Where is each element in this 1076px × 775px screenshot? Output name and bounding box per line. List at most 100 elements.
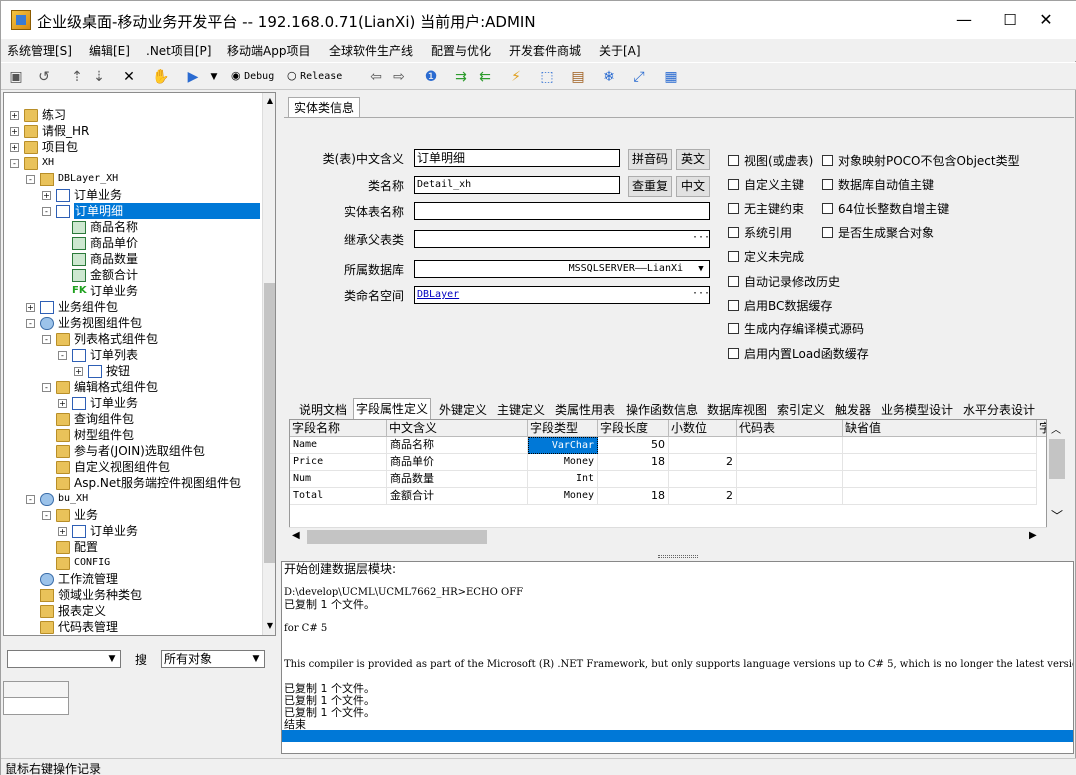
checkbox-custom-pk[interactable]: 自定义主键	[728, 176, 804, 193]
grid-cell-type[interactable]: Money	[528, 488, 598, 505]
tree-scroll-thumb[interactable]	[264, 283, 275, 563]
search-result-grid[interactable]	[3, 681, 69, 715]
forward-icon[interactable]: ⇨	[389, 67, 409, 87]
cn-name-input[interactable]: 订单明细	[414, 149, 620, 167]
grid-cell-len[interactable]: 18	[598, 488, 669, 505]
column-header[interactable]: 小数位	[669, 420, 737, 437]
tree-node[interactable]: + 项目包	[4, 139, 260, 155]
checkbox-db-auto-pk[interactable]: 数据库自动值主键	[822, 176, 934, 193]
tree-node[interactable]: - DBLayer_XH	[4, 171, 260, 187]
grid-cell-cn[interactable]: 商品名称	[387, 437, 528, 454]
grid-cell-type[interactable]: Int	[528, 471, 598, 488]
collapse-icon[interactable]: -	[42, 207, 51, 216]
tree-node[interactable]: 代码表管理	[4, 619, 260, 635]
grid-hscroll-thumb[interactable]	[307, 530, 487, 544]
expand-icon[interactable]: +	[74, 367, 83, 376]
tree-node[interactable]: 查询组件包	[4, 411, 260, 427]
column-header[interactable]: 代码表	[737, 420, 843, 437]
tab-indexes[interactable]: 索引定义	[777, 401, 825, 418]
menu-store[interactable]: 开发套件商城	[509, 42, 581, 59]
tree-node[interactable]: - XH	[4, 155, 260, 171]
grid-cell-name[interactable]: Total	[290, 488, 387, 505]
grid-cell-name[interactable]: Name	[290, 437, 387, 454]
grid-cell-type[interactable]: VarChar	[528, 437, 598, 454]
minimize-button[interactable]: —	[941, 1, 987, 39]
scroll-down-icon[interactable]: ▼	[264, 619, 275, 633]
grid-cell-def[interactable]	[843, 488, 1037, 505]
column-header[interactable]: 字	[1037, 420, 1046, 437]
tab-foreign-key[interactable]: 外键定义	[439, 401, 487, 418]
checkbox-64bit-pk[interactable]: 64位长整数自增主键	[822, 200, 949, 217]
namespace-input[interactable]: DBLayer ···	[414, 286, 710, 304]
entity-table-input[interactable]	[414, 202, 710, 220]
debug-radio[interactable]: ◉ Debug	[231, 69, 274, 82]
splitter[interactable]	[284, 549, 1074, 561]
tree-node[interactable]: + 按钮	[4, 363, 260, 379]
grid-cell-code[interactable]	[737, 488, 843, 505]
grid-scroll-thumb[interactable]	[1049, 439, 1065, 479]
tree-filter-combo[interactable]: ▼	[7, 650, 121, 668]
grid-cell-code[interactable]	[737, 454, 843, 471]
tab-functions[interactable]: 操作函数信息	[626, 401, 698, 418]
tab-horizontal-split[interactable]: 水平分表设计	[963, 401, 1035, 418]
tab-entity-info[interactable]: 实体类信息	[288, 97, 360, 118]
grid-cell-dec[interactable]: 2	[669, 488, 737, 505]
tree-node[interactable]: + 业务组件包	[4, 299, 260, 315]
column-header[interactable]: 字段类型	[528, 420, 598, 437]
expand-icon[interactable]: +	[58, 527, 67, 536]
tab-db-views[interactable]: 数据库视图	[707, 401, 767, 418]
collapse-icon[interactable]: -	[26, 495, 35, 504]
grid-cell-def[interactable]	[843, 437, 1037, 454]
expand-icon[interactable]: +	[10, 127, 19, 136]
delete-icon[interactable]: ✕	[119, 67, 139, 87]
checkbox-system-ref[interactable]: 系统引用	[728, 224, 792, 241]
grid-cell-def[interactable]	[843, 454, 1037, 471]
scroll-right-icon[interactable]: ▶	[1029, 530, 1037, 541]
tree-node[interactable]: 报表定义	[4, 603, 260, 619]
tab-doc[interactable]: 说明文档	[299, 401, 347, 418]
grid-cell-len[interactable]: 18	[598, 454, 669, 471]
run-dropdown-icon[interactable]: ▼	[204, 67, 224, 87]
move-down-icon[interactable]: ⇣	[89, 67, 109, 87]
checkbox-poco[interactable]: 对象映射POCO不包含Object类型	[822, 152, 1020, 169]
check-duplicate-button[interactable]: 查重复	[628, 176, 672, 197]
document-icon[interactable]: ▤	[568, 67, 588, 87]
grid-cell-cn[interactable]: 金额合计	[387, 488, 528, 505]
grid-cell-type[interactable]: Money	[528, 454, 598, 471]
menu-software-line[interactable]: 全球软件生产线	[329, 42, 413, 59]
rebuild-icon[interactable]: ⇇	[475, 67, 495, 87]
grid-cell-cn[interactable]: 商品单价	[387, 454, 528, 471]
tree-node[interactable]: + 订单业务	[4, 523, 260, 539]
checkbox-no-pk[interactable]: 无主键约束	[728, 200, 804, 217]
collapse-icon[interactable]: -	[26, 175, 35, 184]
close-button[interactable]: ✕	[1023, 1, 1069, 39]
checkbox-bc-cache[interactable]: 启用BC数据缓存	[728, 297, 832, 314]
english-button[interactable]: 英文	[676, 149, 710, 170]
tab-primary-key[interactable]: 主键定义	[497, 401, 545, 418]
tab-triggers[interactable]: 触发器	[835, 401, 871, 418]
tree-node[interactable]: + 请假_HR	[4, 123, 260, 139]
grid-cell-len[interactable]	[598, 471, 669, 488]
snowflake-icon[interactable]: ❄	[599, 67, 619, 87]
checkbox-load-cache[interactable]: 启用内置Load函数缓存	[728, 345, 869, 362]
tree-node[interactable]: Asp.Net服务端控件视图组件包	[4, 475, 260, 491]
tree-node[interactable]: 商品名称	[4, 219, 260, 235]
tree-node[interactable]: 工作流管理	[4, 571, 260, 587]
checkbox-view[interactable]: 视图(或虚表)	[728, 152, 813, 169]
back-icon[interactable]: ⇦	[366, 67, 386, 87]
expand-icon[interactable]: +	[58, 399, 67, 408]
grid-cell-dec[interactable]	[669, 471, 737, 488]
project-tree[interactable]: + 练习 + 请假_HR + 项目包 - XH - DBLayer_XH + 订单业务 - 订单明细 商品名…	[3, 92, 276, 636]
class-name-input[interactable]: Detail_xh	[414, 176, 620, 194]
checkbox-incomplete[interactable]: 定义未完成	[728, 248, 804, 265]
collapse-icon[interactable]: -	[42, 511, 51, 520]
tree-node[interactable]: - 订单列表	[4, 347, 260, 363]
checkbox-memory-compile[interactable]: 生成内存编译模式源码	[728, 320, 864, 337]
menu-config[interactable]: 配置与优化	[431, 42, 491, 59]
grid-cell-name[interactable]: Num	[290, 471, 387, 488]
expand-icon[interactable]: +	[42, 191, 51, 200]
chevron-up-icon[interactable]: ︿	[1051, 421, 1061, 436]
parent-class-input[interactable]: ···	[414, 230, 710, 248]
column-header[interactable]: 缺省值	[843, 420, 1037, 437]
grid-icon[interactable]: ▦	[661, 67, 681, 87]
